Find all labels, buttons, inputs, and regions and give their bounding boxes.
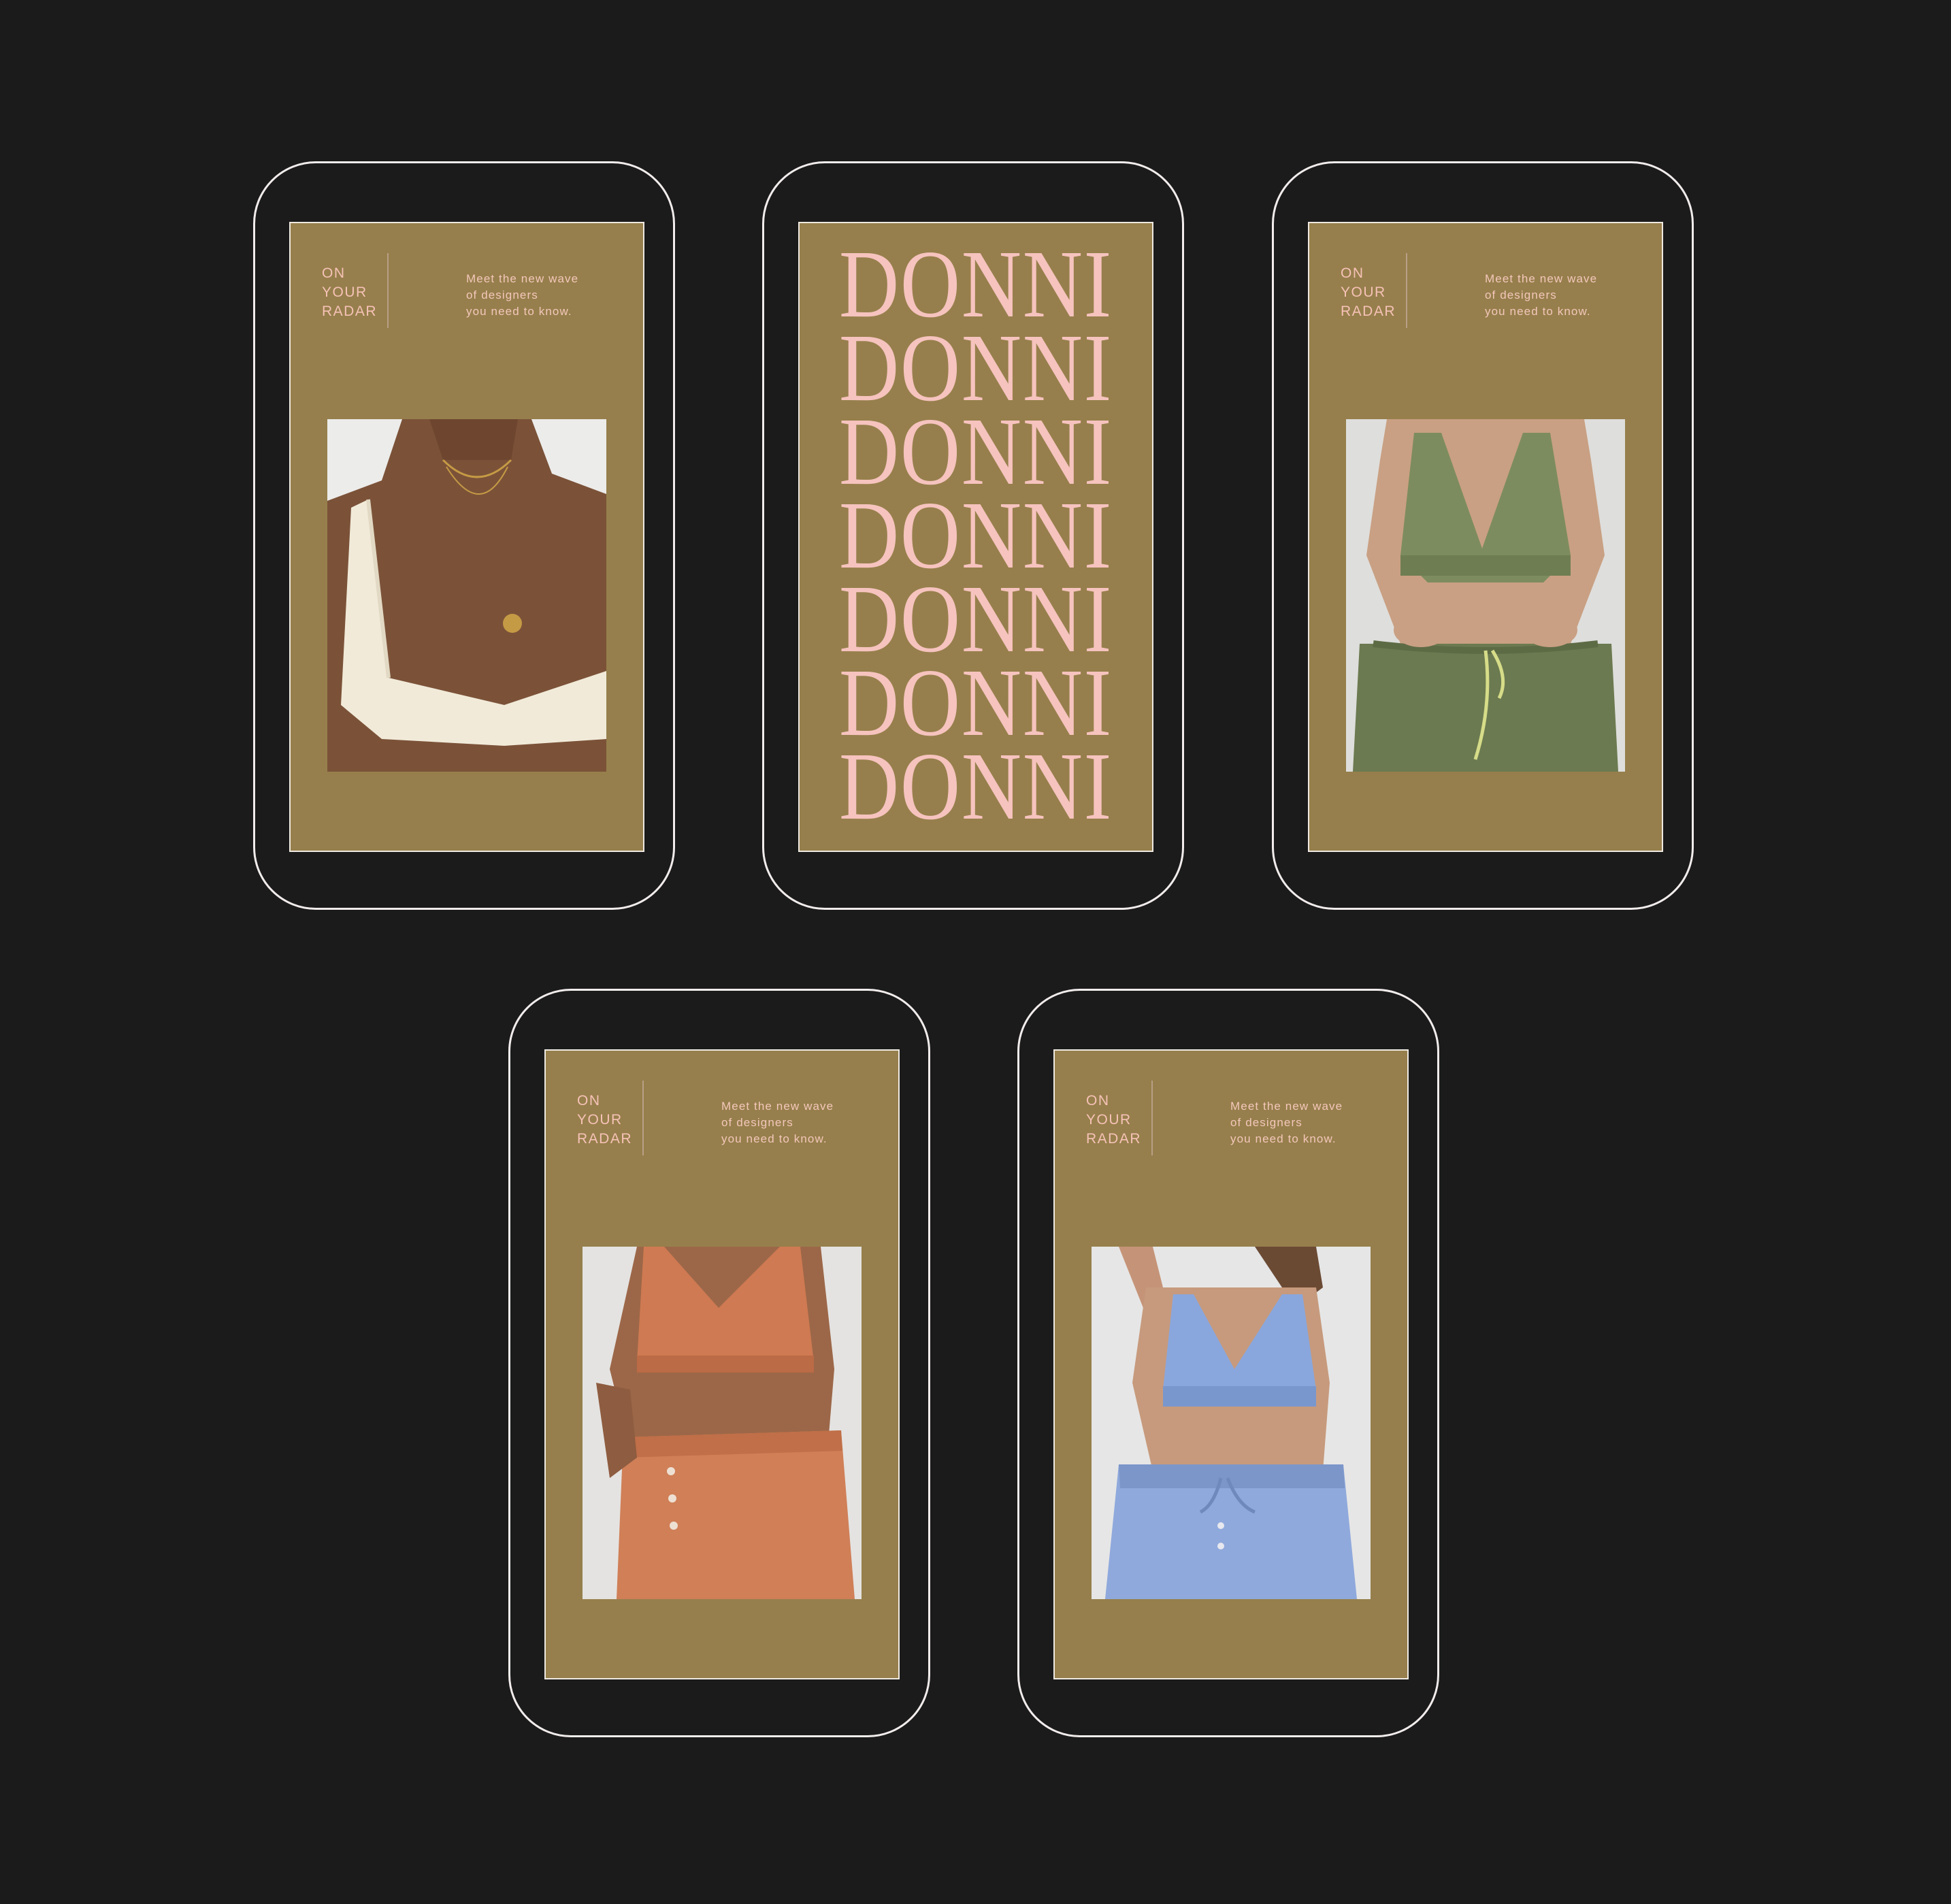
- tagline: Meet the new wave of designers you need …: [721, 1100, 834, 1145]
- story-screen-5: ON YOUR RADAR Meet the new wave of desig…: [1053, 1049, 1409, 1679]
- vertical-divider: [387, 253, 389, 328]
- on-your-radar-label: ON YOUR RADAR: [322, 265, 378, 319]
- story-screen-3: ON YOUR RADAR Meet the new wave of desig…: [1308, 222, 1663, 852]
- story-screen-2: DONNI DONNI DONNI DONNI DONNI DONNI DONN…: [798, 222, 1153, 852]
- tagline: Meet the new wave of designers you need …: [1485, 272, 1598, 318]
- model-photo-blue-set: [1092, 1247, 1371, 1599]
- phone-mockup-5: ON YOUR RADAR Meet the new wave of desig…: [1017, 989, 1439, 1737]
- phone-mockup-3: ON YOUR RADAR Meet the new wave of desig…: [1272, 161, 1694, 910]
- story-screen-4: ON YOUR RADAR Meet the new wave of desig…: [544, 1049, 900, 1679]
- model-photo-olive-set: [1346, 419, 1625, 772]
- model-photo-cream-bralette: [327, 419, 606, 772]
- vertical-divider: [642, 1081, 644, 1155]
- on-your-radar-label: ON YOUR RADAR: [1341, 265, 1396, 319]
- donni-wordmark-stack: DONNI DONNI DONNI DONNI DONNI DONNI DONN…: [800, 235, 1152, 840]
- phone-mockup-1: ON YOUR RADAR Meet the new wave of desig…: [253, 161, 675, 910]
- on-your-radar-label: ON YOUR RADAR: [577, 1093, 633, 1147]
- vertical-divider: [1406, 253, 1407, 328]
- tagline: Meet the new wave of designers you need …: [466, 272, 579, 318]
- vertical-divider: [1151, 1081, 1153, 1155]
- on-your-radar-label: ON YOUR RADAR: [1086, 1093, 1142, 1147]
- phone-mockup-2: DONNI DONNI DONNI DONNI DONNI DONNI DONN…: [762, 161, 1184, 910]
- donni-wordmark: DONNI: [838, 732, 1113, 840]
- tagline: Meet the new wave of designers you need …: [1230, 1100, 1343, 1145]
- phone-mockup-4: ON YOUR RADAR Meet the new wave of desig…: [508, 989, 930, 1737]
- model-photo-terracotta-set: [583, 1247, 862, 1599]
- story-screen-1: ON YOUR RADAR Meet the new wave of desig…: [289, 222, 644, 852]
